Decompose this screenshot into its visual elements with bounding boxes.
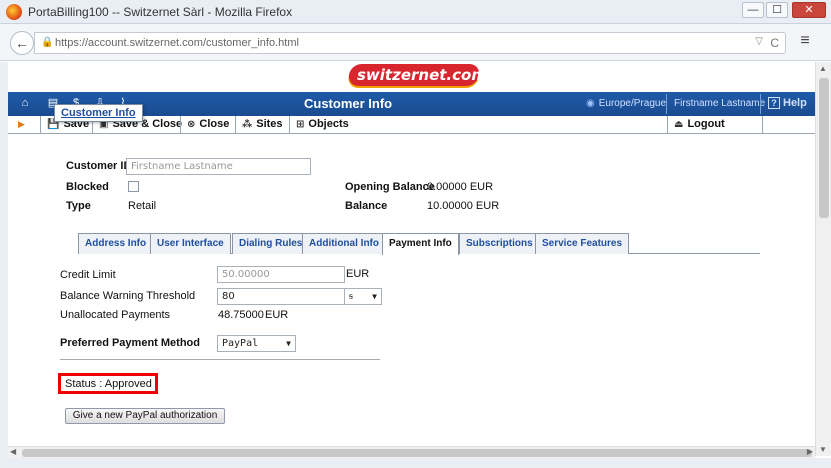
balance-value: 10.00000 EUR	[427, 200, 500, 212]
dropdown-icon[interactable]: ▽	[755, 36, 763, 47]
globe-icon: ◉	[586, 98, 595, 109]
tab-user-interface[interactable]: User Interface	[150, 233, 231, 254]
customer-id-input[interactable]: Firstname Lastname	[126, 158, 311, 175]
close-window-button[interactable]: ✕	[792, 2, 826, 18]
unallocated-payments-unit: EUR	[265, 309, 289, 321]
scroll-right-icon[interactable]: ▶	[807, 447, 813, 456]
switzernet-logo: switzernet.com	[347, 64, 487, 92]
balance-label: Balance	[345, 200, 388, 212]
tab-address-info[interactable]: Address Info	[78, 233, 154, 254]
user-name[interactable]: Firstname Lastname	[674, 98, 765, 109]
sites-icon: ⁂	[242, 119, 253, 130]
customer-info-tooltip[interactable]: Customer Info	[54, 104, 143, 122]
window-titlebar: PortaBilling100 -- Switzernet Sàrl - Moz…	[0, 0, 831, 24]
window-bottom-edge	[0, 458, 831, 468]
warning-unit-select[interactable]: ᵴ ▼	[344, 288, 382, 305]
tab-dialing-rules[interactable]: Dialing Rules	[232, 233, 310, 254]
url-text[interactable]: https://account.switzernet.com/customer_…	[55, 37, 299, 49]
payment-method-select[interactable]: PayPal ▼	[217, 335, 296, 352]
balance-warning-input[interactable]: 80	[217, 288, 345, 305]
opening-balance-label: Opening Balance	[345, 181, 435, 193]
unallocated-payments-value: 48.75000	[218, 309, 264, 321]
credit-limit-label: Credit Limit	[60, 269, 116, 281]
page-title: Customer Info	[304, 96, 393, 111]
scroll-left-icon[interactable]: ◀	[10, 447, 16, 456]
logo-text: switzernet.com	[357, 66, 487, 84]
status-badge: Status : Approved	[58, 373, 158, 394]
window-left-edge	[0, 62, 8, 458]
divider	[60, 359, 380, 360]
horizontal-scrollbar[interactable]: ◀ ▶	[8, 446, 815, 458]
credit-limit-input[interactable]: 50.00000	[217, 266, 345, 283]
minimize-button[interactable]: —	[742, 2, 764, 18]
objects-icon: ⊞	[296, 119, 305, 130]
hamburger-menu-icon[interactable]: ≡	[796, 33, 814, 51]
blocked-label: Blocked	[66, 181, 109, 193]
scroll-down-icon[interactable]: ▼	[819, 445, 827, 454]
maximize-button[interactable]: ☐	[766, 2, 788, 18]
tab-additional-info[interactable]: Additional Info	[302, 233, 386, 254]
browser-navbar: ← 🔒 https://account.switzernet.com/custo…	[0, 24, 831, 61]
blocked-checkbox[interactable]	[128, 181, 139, 192]
sites-button[interactable]: ⁂ Sites	[235, 116, 289, 134]
preferred-payment-method-label: Preferred Payment Method	[60, 337, 200, 349]
back-button[interactable]: ←	[10, 31, 34, 55]
vertical-scrollbar[interactable]: ▲ ▼	[815, 62, 831, 456]
help-icon: ?	[768, 97, 780, 109]
reload-icon[interactable]: C	[770, 36, 779, 50]
tab-bar: Address Info User Interface Dialing Rule…	[78, 233, 760, 255]
paypal-authorization-button[interactable]: Give a new PayPal authorization	[65, 408, 225, 424]
lock-icon: 🔒	[41, 37, 54, 48]
tab-payment-info[interactable]: Payment Info	[382, 233, 459, 255]
window-title: PortaBilling100 -- Switzernet Sàrl - Moz…	[28, 5, 293, 19]
close-circle-icon: ⊗	[187, 119, 196, 130]
scroll-up-icon[interactable]: ▲	[819, 64, 827, 73]
hscroll-thumb[interactable]	[22, 449, 812, 457]
opening-balance-value: 0.00000 EUR	[427, 181, 494, 193]
objects-button[interactable]: ⊞ Objects	[289, 116, 355, 134]
close-button[interactable]: ⊗ Close	[180, 116, 235, 134]
page-content: switzernet.com ⌂ ▤ $ ⇩ ⌇ Customer Info ◉…	[8, 62, 815, 446]
url-bar[interactable]: 🔒 https://account.switzernet.com/custome…	[34, 32, 786, 54]
scroll-thumb[interactable]	[819, 78, 829, 218]
balance-warning-label: Balance Warning Threshold	[60, 290, 196, 302]
help-link[interactable]: ? Help	[768, 97, 807, 109]
chevron-down-icon: ▼	[286, 339, 291, 348]
credit-limit-unit: EUR	[346, 268, 370, 280]
logout-icon: ⏏	[674, 119, 684, 130]
expand-arrow-icon[interactable]: ▶	[18, 119, 25, 130]
type-label: Type	[66, 200, 91, 212]
tab-service-features[interactable]: Service Features	[535, 233, 630, 254]
unallocated-payments-label: Unallocated Payments	[60, 309, 171, 321]
chevron-down-icon: ▼	[372, 292, 377, 301]
customer-id-label: Customer ID	[66, 160, 132, 172]
type-value: Retail	[128, 200, 157, 212]
logout-button[interactable]: ⏏ Logout	[667, 116, 763, 134]
timezone-link[interactable]: ◉ Europe/Prague	[586, 98, 666, 109]
home-icon[interactable]: ⌂	[18, 96, 32, 110]
firefox-icon	[6, 4, 22, 20]
tab-subscriptions[interactable]: Subscriptions	[459, 233, 540, 254]
